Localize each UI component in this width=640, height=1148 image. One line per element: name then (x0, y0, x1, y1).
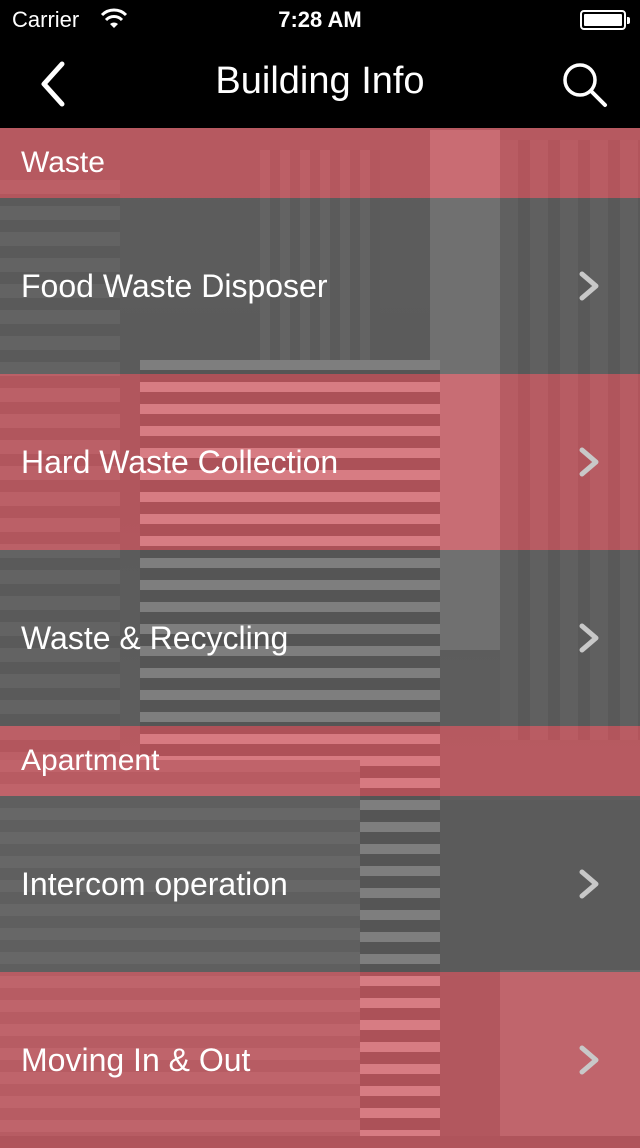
section-header-waste: Waste (0, 128, 640, 198)
section-header-apartment: Apartment (0, 726, 640, 796)
page-title: Building Info (215, 60, 425, 102)
status-bar: Carrier 7:28 AM (0, 0, 640, 40)
chevron-right-icon (579, 623, 599, 653)
chevron-right-icon (579, 271, 599, 301)
list-item-hard-waste-collection[interactable]: Hard Waste Collection (0, 374, 640, 550)
list-item-label: Waste & Recycling (21, 620, 289, 656)
chevron-right-icon (579, 447, 599, 477)
list-item-label: Hard Waste Collection (21, 444, 339, 480)
battery-icon (580, 10, 630, 30)
search-icon[interactable] (556, 56, 612, 112)
building-info-list: Waste Food Waste Disposer Hard Waste Col… (0, 128, 640, 1148)
list-item-waste-recycling[interactable]: Waste & Recycling (0, 550, 640, 726)
list-item-intercom-operation[interactable]: Intercom operation (0, 796, 640, 972)
clock: 7:28 AM (278, 7, 362, 32)
chevron-right-icon (579, 869, 599, 899)
chevron-right-icon (579, 1045, 599, 1075)
list-item-label: Intercom operation (21, 866, 288, 902)
list-item-label: Moving In & Out (21, 1042, 251, 1078)
list-item-food-waste-disposer[interactable]: Food Waste Disposer (0, 198, 640, 374)
list-item-moving-in-out[interactable]: Moving In & Out (0, 972, 640, 1148)
list-item-label: Food Waste Disposer (21, 268, 328, 304)
navigation-bar: Building Info (0, 40, 640, 128)
